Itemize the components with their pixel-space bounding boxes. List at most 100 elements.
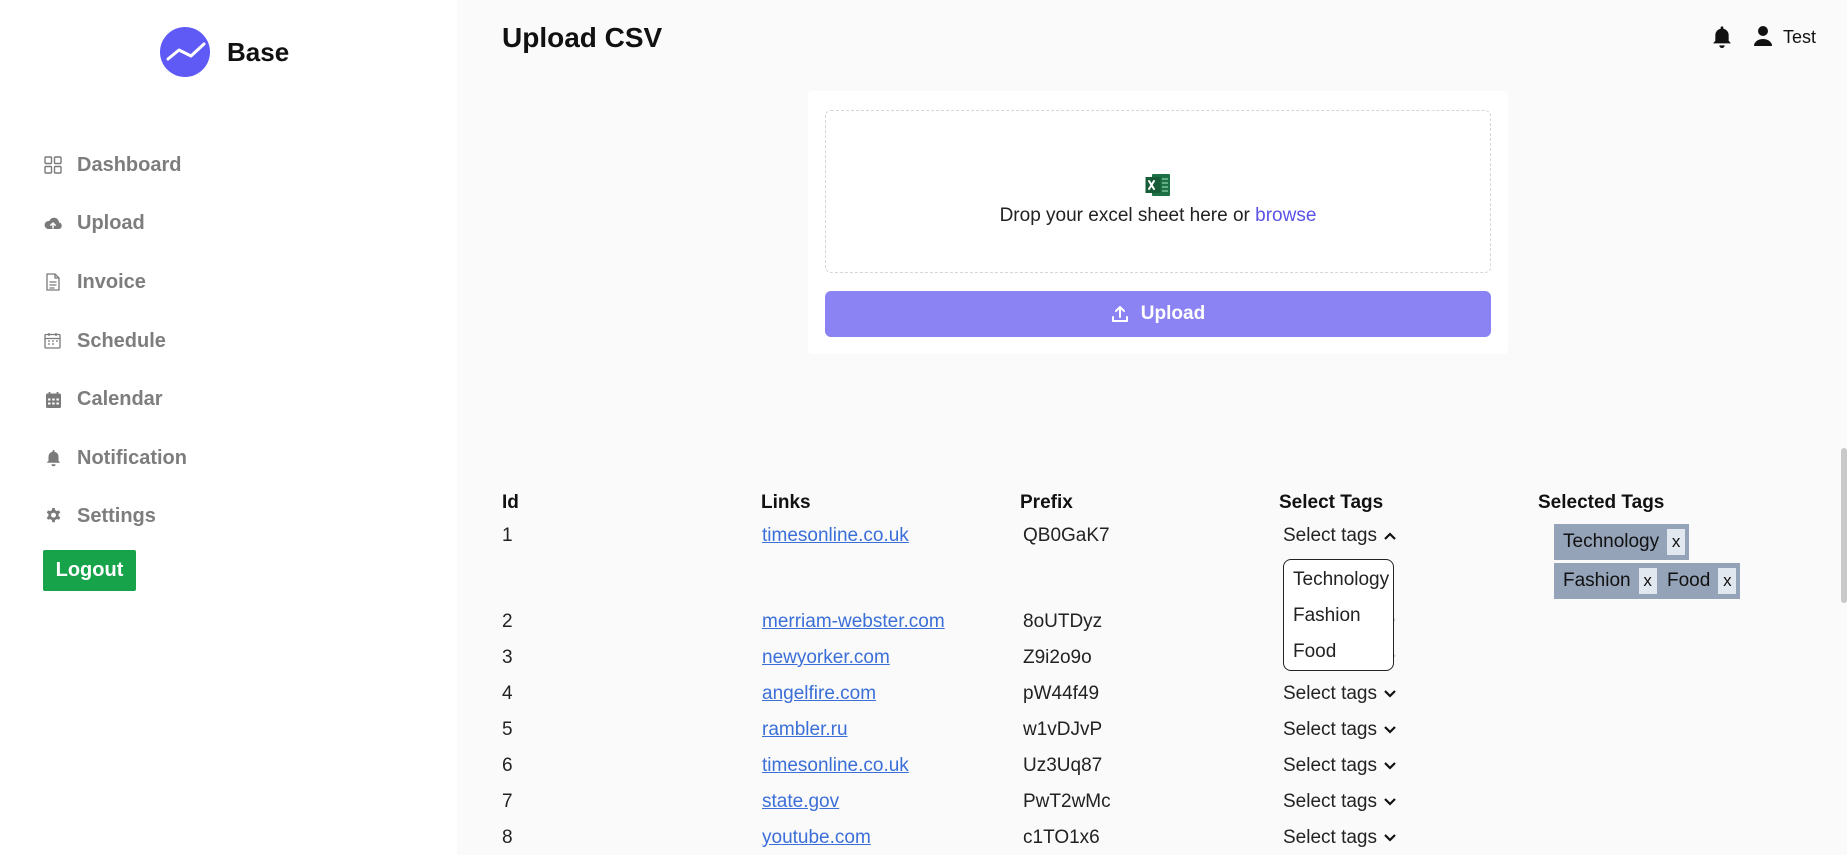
row-link[interactable]: newyorker.com xyxy=(762,647,890,668)
tag-select-label: Select tags xyxy=(1283,827,1377,848)
user-menu[interactable]: Test xyxy=(1753,25,1816,49)
sidebar-item-label: Settings xyxy=(77,505,156,528)
remove-tag-button[interactable]: x xyxy=(1638,568,1657,594)
brand[interactable]: Base xyxy=(160,27,289,77)
row-prefix: w1vDJvP xyxy=(1023,719,1103,740)
column-header-id: Id xyxy=(502,492,519,513)
row-id: 8 xyxy=(502,827,513,848)
row-id: 3 xyxy=(502,647,513,668)
row-link[interactable]: angelfire.com xyxy=(762,683,876,704)
dropzone-text: Drop your excel sheet here or browse xyxy=(1000,205,1317,227)
upload-button[interactable]: Upload xyxy=(825,291,1491,337)
file-dropzone[interactable]: Drop your excel sheet here or browse xyxy=(825,110,1491,273)
dashboard-icon xyxy=(43,155,63,175)
tag-select-label: Select tags xyxy=(1283,683,1377,704)
calendar-icon xyxy=(43,390,63,410)
sidebar-item-label: Notification xyxy=(77,446,187,469)
sidebar-item-label: Calendar xyxy=(77,388,163,411)
sidebar-item-label: Schedule xyxy=(77,329,166,352)
bell-icon xyxy=(43,448,63,468)
row-link[interactable]: rambler.ru xyxy=(762,719,848,740)
remove-tag-button[interactable]: x xyxy=(1667,529,1686,555)
logout-button[interactable]: Logout xyxy=(43,550,136,591)
selected-tag: Technology x xyxy=(1554,524,1690,560)
tag-label: Technology xyxy=(1563,531,1660,552)
tag-select-label: Select tags xyxy=(1283,525,1377,546)
row-prefix: 8oUTDyz xyxy=(1023,611,1103,632)
dropdown-option-technology[interactable]: Technology xyxy=(1284,566,1393,602)
column-header-links: Links xyxy=(761,492,811,513)
tag-select[interactable]: Select tags xyxy=(1283,719,1397,741)
tag-select[interactable]: Select tags xyxy=(1283,755,1397,777)
tag-select[interactable]: Select tags xyxy=(1283,683,1397,705)
sidebar: Base Dashboard Upload Invoice Schedule C… xyxy=(0,0,457,855)
row-id: 6 xyxy=(502,755,513,776)
sidebar-item-label: Invoice xyxy=(77,270,146,293)
selected-tag: Food x xyxy=(1658,563,1741,599)
dropdown-option-fashion[interactable]: Fashion xyxy=(1284,602,1393,638)
row-id: 4 xyxy=(502,683,513,704)
remove-tag-button[interactable]: x xyxy=(1718,568,1737,594)
chevron-down-icon xyxy=(1384,762,1396,770)
row-id: 7 xyxy=(502,791,513,812)
tag-select[interactable]: Select tags xyxy=(1283,791,1397,813)
tag-label: Food xyxy=(1667,570,1711,591)
chevron-down-icon xyxy=(1384,726,1396,734)
user-name: Test xyxy=(1782,26,1816,47)
column-header-selected-tags: Selected Tags xyxy=(1538,492,1665,513)
browse-link[interactable]: browse xyxy=(1255,205,1316,226)
upload-card: Drop your excel sheet here or browse Upl… xyxy=(808,91,1508,354)
brand-name: Base xyxy=(227,36,290,67)
tag-select-label: Select tags xyxy=(1283,791,1377,812)
selected-tag: Fashion x xyxy=(1554,563,1661,599)
brand-logo-icon xyxy=(160,27,210,77)
sidebar-item-calendar[interactable]: Calendar xyxy=(43,370,187,429)
row-prefix: pW44f49 xyxy=(1023,683,1100,704)
chevron-down-icon xyxy=(1384,798,1396,806)
row-prefix: QB0GaK7 xyxy=(1023,525,1110,546)
tag-select-label: Select tags xyxy=(1283,719,1377,740)
dropdown-option-food[interactable]: Food xyxy=(1284,638,1393,674)
column-header-prefix: Prefix xyxy=(1020,492,1073,513)
tag-select-label: Select tags xyxy=(1283,755,1377,776)
sidebar-item-notification[interactable]: Notification xyxy=(43,429,187,488)
sidebar-item-settings[interactable]: Settings xyxy=(43,488,187,547)
row-link[interactable]: state.gov xyxy=(762,791,839,812)
row-link[interactable]: youtube.com xyxy=(762,827,871,848)
column-header-select-tags: Select Tags xyxy=(1279,492,1384,513)
chevron-down-icon xyxy=(1384,690,1396,698)
row-prefix: Uz3Uq87 xyxy=(1023,755,1103,776)
invoice-icon xyxy=(43,272,63,292)
sidebar-item-schedule[interactable]: Schedule xyxy=(43,312,187,371)
row-id: 5 xyxy=(502,719,513,740)
sidebar-item-label: Dashboard xyxy=(77,153,182,176)
row-link[interactable]: merriam-webster.com xyxy=(762,611,945,632)
tag-select-open[interactable]: Select tags xyxy=(1283,525,1397,547)
page-scrollbar[interactable] xyxy=(1841,448,1847,603)
row-id: 2 xyxy=(502,611,513,632)
row-prefix: c1TO1x6 xyxy=(1023,827,1100,848)
sidebar-item-upload[interactable]: Upload xyxy=(43,195,187,254)
row-link[interactable]: timesonline.co.uk xyxy=(762,525,909,546)
sidebar-item-dashboard[interactable]: Dashboard xyxy=(43,136,187,195)
chevron-down-icon xyxy=(1384,834,1396,842)
tag-select[interactable]: Select tags xyxy=(1283,827,1397,849)
row-link[interactable]: timesonline.co.uk xyxy=(762,755,909,776)
header-actions: Test xyxy=(1711,24,1816,50)
sidebar-item-label: Upload xyxy=(77,212,145,235)
row-prefix: Z9i2o9o xyxy=(1023,647,1092,668)
sidebar-nav: Dashboard Upload Invoice Schedule Calend… xyxy=(43,136,187,546)
dropzone-prompt: Drop your excel sheet here or xyxy=(999,204,1256,226)
row-id: 1 xyxy=(502,525,513,546)
tag-label: Fashion xyxy=(1563,570,1631,591)
notification-bell-icon[interactable] xyxy=(1711,24,1733,50)
user-icon xyxy=(1753,25,1775,49)
sidebar-item-invoice[interactable]: Invoice xyxy=(43,253,187,312)
excel-file-icon xyxy=(1144,171,1172,199)
chevron-up-icon xyxy=(1384,532,1396,540)
cloud-upload-icon xyxy=(43,214,63,234)
gear-icon xyxy=(43,507,63,527)
tag-dropdown-menu: Technology Fashion Food xyxy=(1283,559,1394,671)
upload-button-label: Upload xyxy=(1140,303,1206,324)
page-title: Upload CSV xyxy=(502,22,663,53)
